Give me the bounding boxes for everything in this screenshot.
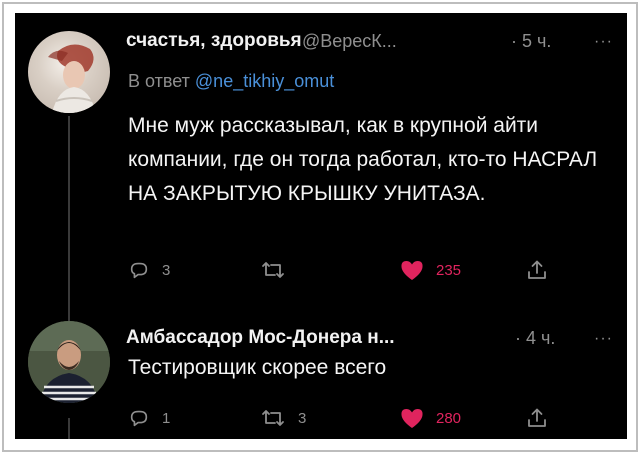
reply-prefix: В ответ [128,71,190,91]
reply-count: 3 [162,261,171,279]
tweet-text: Мне муж рассказывал, как в крупной айти … [128,114,598,205]
more-icon[interactable]: ··· [594,33,613,51]
avatar[interactable] [28,31,110,113]
thread-connector [68,116,70,325]
share-icon [526,407,548,429]
reply-button[interactable]: 1 [128,404,170,432]
avatar[interactable] [28,321,110,403]
tweet-time[interactable]: · 5 ч. [511,31,551,52]
reply-button[interactable]: 3 [128,256,170,284]
tweet-actions: 1 3 280 [128,404,608,432]
reply-to: В ответ @ne_tikhiy_omut [128,71,334,92]
retweet-count: 3 [298,409,307,427]
like-button[interactable]: 280 [400,404,461,432]
retweet-button[interactable]: 3 [260,404,306,432]
share-button[interactable] [526,404,548,432]
heart-filled-icon [400,407,424,429]
like-button[interactable]: 235 [400,256,461,284]
author-name[interactable]: Амбассадор Мос-Донера н... [126,327,395,349]
reply-handle-link[interactable]: @ne_tikhiy_omut [195,71,334,91]
reply-icon [128,259,150,281]
heart-filled-icon [400,259,424,281]
retweet-icon [260,407,286,429]
share-button[interactable] [526,256,548,284]
reply-count: 1 [162,409,171,427]
tweet-time[interactable]: · 4 ч. [515,328,555,349]
tweet-text: Тестировщик скорее всего [128,356,387,379]
author-handle[interactable]: @ВересК... [302,31,397,52]
like-count: 280 [436,409,462,427]
reply-icon [128,407,150,429]
thread-connector-bottom [68,418,70,439]
tweet-actions: 3 235 [128,256,608,284]
share-icon [526,259,548,281]
retweet-icon [260,259,286,281]
author-name[interactable]: счастья, здоровья [126,30,302,52]
tweet-thread: счастья, здоровья @ВересК... · 5 ч. ··· … [15,13,627,439]
like-count: 235 [436,261,462,279]
more-icon[interactable]: ··· [594,330,613,348]
screenshot-frame: счастья, здоровья @ВересК... · 5 ч. ··· … [2,2,638,452]
retweet-button[interactable] [260,256,298,284]
